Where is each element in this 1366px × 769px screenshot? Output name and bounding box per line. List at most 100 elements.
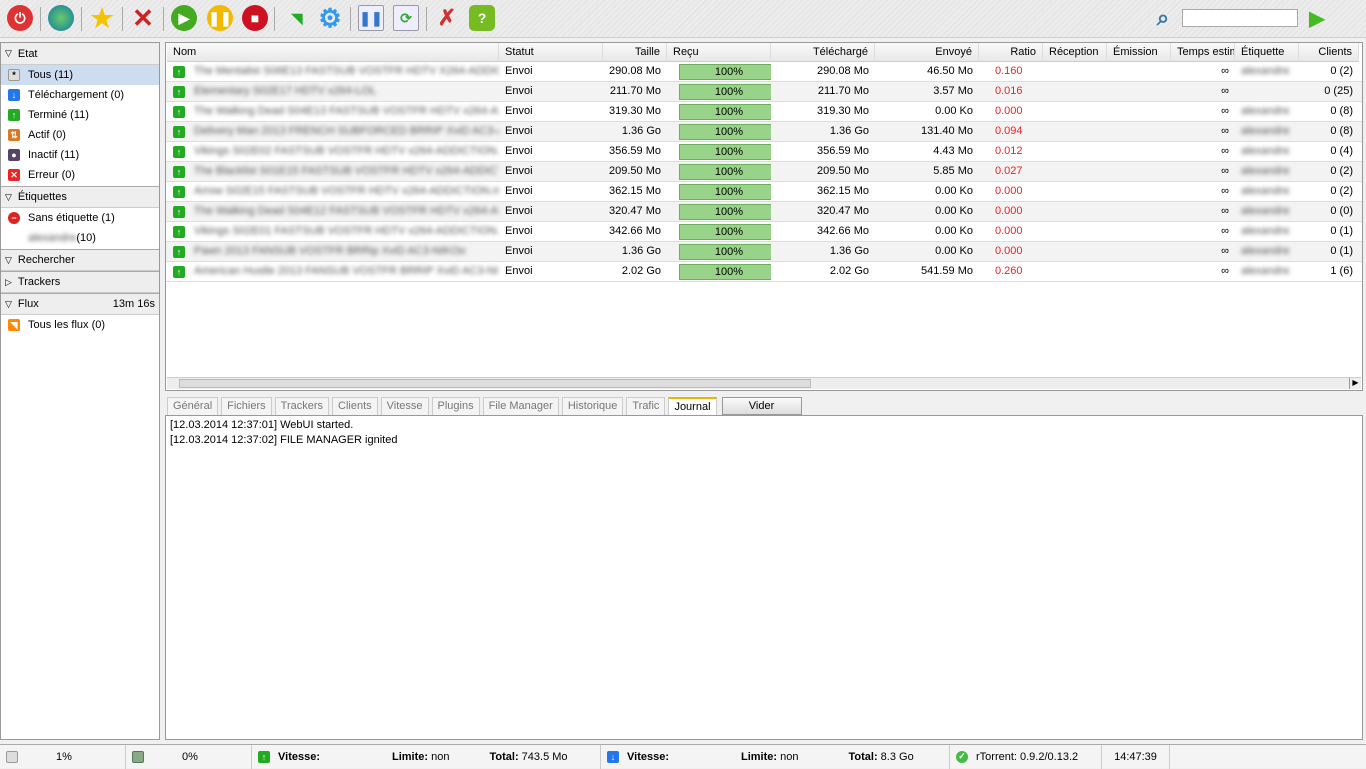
rss-icon[interactable]: ◥ [284,5,310,31]
column-header-eta[interactable]: Temps estimé [1171,43,1235,62]
column-header-uploaded[interactable]: Envoyé [875,43,979,62]
label-none[interactable]: − Sans étiquette (1) [1,208,159,228]
cell-downloaded: 320.47 Mo [817,205,869,217]
tab-trafic[interactable]: Trafic [626,397,666,415]
torrent-table: Nom Statut Taille Reçu Téléchargé Envoyé Ratio… [165,42,1363,391]
table-row[interactable]: ↑ Elementary S02E17 HDTV x264-LOL Envoi 211… [166,82,1362,102]
search-go-icon[interactable]: ▶ [1304,5,1330,31]
search-icon[interactable]: ⌕ [1150,5,1176,31]
star-icon[interactable]: ★ [89,3,115,33]
cell-uploaded: 0.00 Ko [935,105,973,117]
details-tabs: Général Fichiers Trackers Clients Vitesse Plu… [165,397,802,416]
filter-completed[interactable]: ↑ Terminé (11) [1,105,159,125]
stop-icon[interactable]: ■ [242,5,268,31]
seeding-icon: ↑ [173,106,185,118]
cell-status: Envoi [505,105,533,117]
flux-timer: 13m 16s [112,298,155,310]
seeding-icon: ↑ [173,226,185,238]
seeding-icon: ↑ [173,166,185,178]
filter-label: Inactif (11) [28,149,80,161]
column-header-received[interactable]: Reçu [667,43,771,62]
scroll-right-icon[interactable]: ▶ [1349,378,1361,389]
help-icon[interactable]: ? [469,5,495,31]
settings-icon[interactable]: ⚙ [317,3,343,33]
category-trackers[interactable]: ▷ Trackers [1,271,159,293]
upload-status[interactable]: ↑ Vitesse: Limite: non Total: 743.5 Mo [252,744,601,769]
pause-icon[interactable]: ❚❚ [207,5,233,31]
table-row[interactable]: ↑ Arrow S02E15 FASTSUB VOSTFR HDTV x264-A… [166,182,1362,202]
tab-général[interactable]: Général [167,397,219,415]
refresh-icon[interactable]: ⟳ [393,5,419,31]
table-row[interactable]: ↑ The Mentalist S06E13 FASTSUB VOSTFR HDT… [166,62,1362,82]
column-header-size[interactable]: Taille [603,43,667,62]
table-row[interactable]: ↑ Pawn 2013 FANSUB VOSTFR BRRip XviD AC3-… [166,242,1362,262]
tab-trackers[interactable]: Trackers [274,397,330,415]
column-header-label[interactable]: Étiquette [1235,43,1299,62]
table-row[interactable]: ↑ Vikings S02E01 FASTSUB VOSTFR HDTV x264… [166,222,1362,242]
cell-size: 211.70 Mo [609,85,661,97]
category-etiquettes[interactable]: ▽ Étiquettes [1,186,159,208]
divider [122,7,123,31]
table-row[interactable]: ↑ Delivery Man 2013 FRENCH SUBFORCED BRRI… [166,122,1362,142]
cell-label: alexandre [1241,65,1290,77]
category-etat[interactable]: ▽ Etat [1,43,159,65]
power-icon[interactable]: ⏻ [7,5,33,31]
scrollbar-thumb[interactable] [179,379,811,388]
column-header-name[interactable]: Nom [167,43,499,62]
cell-received: 100% [667,242,771,261]
filter-active[interactable]: ⇅ Actif (0) [1,125,159,145]
table-row[interactable]: ↑ The Walking Dead S04E13 FASTSUB VOSTFR … [166,102,1362,122]
tab-file-manager[interactable]: File Manager [482,397,559,415]
clear-log-button[interactable]: Vider [721,397,802,415]
filter-error[interactable]: ✕ Erreur (0) [1,165,159,185]
cell-uploaded: 0.00 Ko [935,205,973,217]
feed-all[interactable]: ◥ Tous les flux (0) [1,315,159,335]
column-header-ratio[interactable]: Ratio [979,43,1043,62]
column-header-ul-speed[interactable]: Émission [1107,43,1171,62]
cpu-usage: 0% [126,744,252,769]
column-header-status[interactable]: Statut [499,43,603,62]
cell-ratio: 0.016 [995,85,1023,97]
cell-received: 100% [667,62,771,81]
category-rechercher[interactable]: ▽ Rechercher [1,249,159,271]
filter-download[interactable]: ↓ Téléchargement (0) [1,85,159,105]
cell-clients: 0 (0) [1330,205,1353,217]
tab-vitesse[interactable]: Vitesse [380,397,429,415]
cell-size: 356.59 Mo [609,145,661,157]
cell-eta: ∞ [1221,165,1229,177]
category-flux[interactable]: ▽ Flux 13m 16s [1,293,159,315]
tab-historique[interactable]: Historique [561,397,624,415]
table-row[interactable]: ↑ Vikings S02E02 FASTSUB VOSTFR HDTV x264… [166,142,1362,162]
start-icon[interactable]: ▶ [171,5,197,31]
tab-clients[interactable]: Clients [332,397,378,415]
tools-icon[interactable]: ✗ [434,5,460,31]
table-row[interactable]: ↑ The Walking Dead S04E12 FASTSUB VOSTFR … [166,202,1362,222]
limit-label: Limite: [741,750,778,763]
tab-plugins[interactable]: Plugins [431,397,480,415]
column-header-clients[interactable]: Clients [1299,43,1359,62]
cell-received: 100% [667,122,771,141]
cell-ratio: 0.000 [995,185,1023,197]
column-header-dl-speed[interactable]: Réception [1043,43,1107,62]
filter-inactive[interactable]: ● Inactif (11) [1,145,159,165]
remove-icon[interactable]: ✕ [130,3,156,33]
pause-all-icon[interactable]: ❚❚ [358,5,384,31]
table-row[interactable]: ↑ American Hustle 2013 FANSUB VOSTFR BRRI… [166,262,1362,282]
column-header-downloaded[interactable]: Téléchargé [771,43,875,62]
tab-fichiers[interactable]: Fichiers [221,397,272,415]
search-input[interactable] [1182,9,1298,27]
download-status[interactable]: ↓ Vitesse: Limite: non Total: 8.3 Go [601,744,950,769]
label-alexandre[interactable]: alexandre (10) [1,228,159,248]
cell-label: alexandre [1241,225,1290,237]
cell-clients: 0 (2) [1330,65,1353,77]
cell-downloaded: 356.59 Mo [817,145,869,157]
table-row[interactable]: ↑ The Blacklist S01E15 FASTSUB VOSTFR HDT… [166,162,1362,182]
cell-downloaded: 1.36 Go [829,245,869,257]
globe-icon[interactable] [48,5,74,31]
cell-uploaded: 4.43 Mo [933,145,973,157]
tab-journal[interactable]: Journal [668,397,717,415]
limit-value: non [431,750,450,763]
cell-dl-speed [1043,122,1107,141]
horizontal-scrollbar[interactable]: ▶ [167,377,1361,389]
filter-all[interactable]: * Tous (11) [1,65,159,85]
